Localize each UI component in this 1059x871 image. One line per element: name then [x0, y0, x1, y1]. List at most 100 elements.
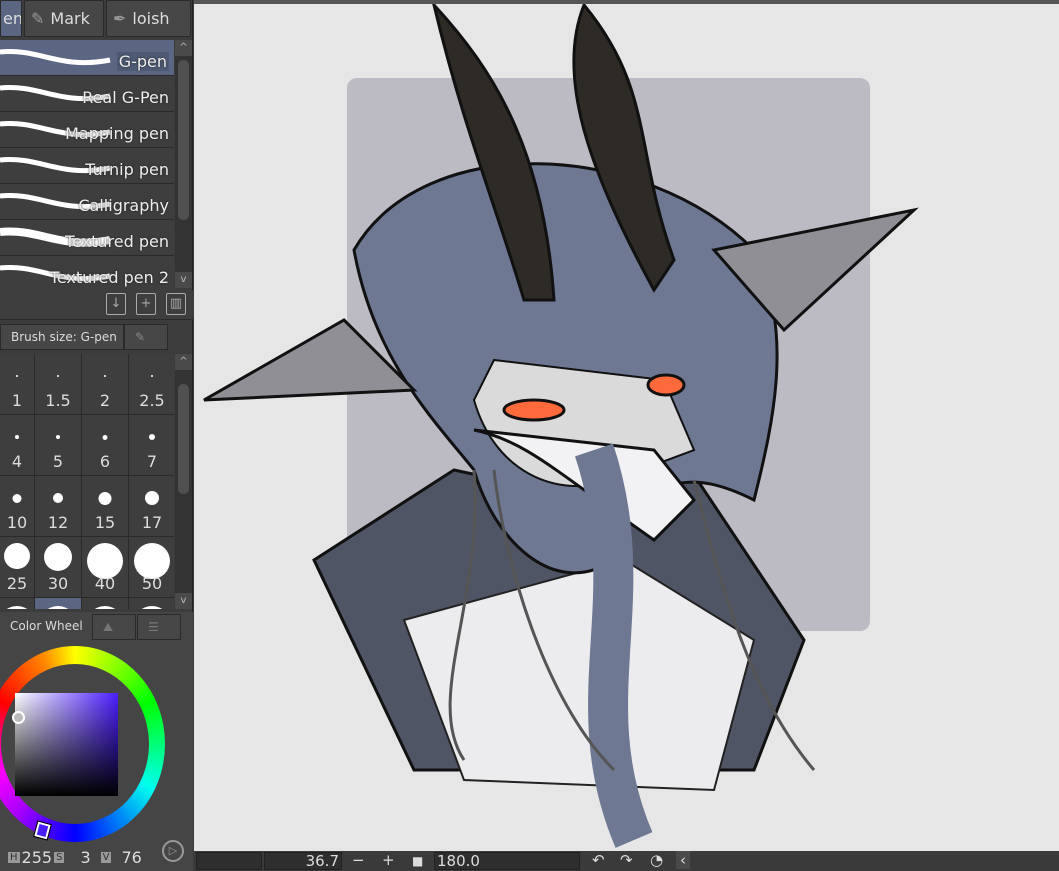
collapse-icon[interactable]: ‹: [676, 851, 690, 869]
zoom-in-icon[interactable]: +: [382, 851, 395, 869]
brush-item[interactable]: Real G-Pen: [0, 76, 174, 112]
size-dot: [39, 606, 77, 609]
scroll-down-icon[interactable]: v: [175, 272, 192, 288]
tab-label: Mark: [50, 9, 90, 28]
size-dot: [15, 435, 19, 439]
rotation-field[interactable]: 180.0: [434, 852, 580, 870]
brush-label: Textured pen 2: [49, 268, 169, 287]
sv-picker-handle[interactable]: [12, 711, 25, 724]
size-label: 6: [99, 452, 111, 471]
brush-size-cell[interactable]: 40: [82, 537, 128, 597]
size-dot: [104, 375, 106, 377]
scroll-up-icon[interactable]: ^: [175, 40, 192, 56]
left-panel: en ✎ Mark ✒ loish (function(){const d=JSON…: [0, 0, 193, 871]
size-label: 17: [141, 513, 163, 532]
size-label: 2.5: [139, 391, 165, 410]
size-dot: [44, 543, 72, 571]
brush-size-cell[interactable]: 12: [35, 476, 81, 536]
duplicate-icon[interactable]: +: [136, 293, 156, 315]
size-label: 1: [11, 391, 23, 410]
brush-size-cell[interactable]: [0, 598, 36, 609]
play-icon[interactable]: ▷: [162, 840, 184, 862]
brush-size-cell[interactable]: 25: [0, 537, 34, 597]
size-label: 40: [94, 574, 116, 593]
brush-size-tab[interactable]: Brush size: G-pen: [0, 324, 124, 350]
saturation-value-square[interactable]: [15, 693, 118, 796]
size-dot: [149, 434, 155, 440]
size-dot: [53, 493, 63, 503]
size-dot: [133, 606, 171, 609]
scroll-up-icon[interactable]: ^: [175, 354, 192, 370]
s-badge: S: [54, 852, 65, 863]
brush-size-cell[interactable]: 1: [0, 354, 34, 414]
brush-size-cell[interactable]: 1.5: [35, 354, 81, 414]
brush-size-cell[interactable]: [82, 598, 128, 609]
tab-label: en: [3, 9, 22, 28]
size-label: 15: [94, 513, 116, 532]
status-bar: 36.7 − + ■ 180.0 ↶ ↷ ◔ ‹: [194, 851, 1059, 871]
sub-tool-tabs: en ✎ Mark ✒ loish: [0, 0, 193, 38]
scroll-thumb[interactable]: [178, 60, 189, 220]
size-dot: [151, 375, 153, 377]
zoom-field[interactable]: 36.7: [264, 852, 342, 870]
size-label: 5: [52, 452, 64, 471]
navigator-slider[interactable]: [196, 852, 262, 870]
size-label: 2: [99, 391, 111, 410]
brush-label: Textured pen: [65, 232, 169, 251]
size-label: 4: [11, 452, 23, 471]
size-dot: [4, 543, 30, 569]
tab-marker[interactable]: ✎ Mark: [24, 0, 104, 37]
reset-rotation-icon[interactable]: ◔: [650, 851, 663, 869]
brush-size-cell[interactable]: 30: [35, 537, 81, 597]
brush-size-cell[interactable]: 6: [82, 415, 128, 475]
brush-settings-tab[interactable]: ✎: [124, 324, 168, 350]
zoom-out-icon[interactable]: −: [352, 851, 365, 869]
brush-size-scrollbar[interactable]: ^ v: [175, 354, 192, 609]
brush-item[interactable]: Calligraphy: [0, 184, 174, 220]
brush-item[interactable]: Textured pen 2: [0, 256, 174, 292]
brush-size-cell[interactable]: [35, 598, 81, 609]
brush-size-cell[interactable]: [129, 598, 174, 609]
brush-size-cell[interactable]: 2: [82, 354, 128, 414]
brush-size-cell[interactable]: 15: [82, 476, 128, 536]
brush-size-cell[interactable]: 10: [0, 476, 34, 536]
trash-icon[interactable]: ▥: [166, 293, 186, 315]
rotate-right-icon[interactable]: ↷: [620, 851, 633, 869]
brush-size-cell[interactable]: 17: [129, 476, 174, 536]
brush-size-cell[interactable]: 5: [35, 415, 81, 475]
brush-item[interactable]: Mapping pen: [0, 112, 174, 148]
brush-label: Turnip pen: [85, 160, 169, 179]
tab-loish[interactable]: ✒ loish: [106, 0, 191, 37]
brush-list-scrollbar[interactable]: ^ v: [175, 40, 192, 288]
artwork: [203, 0, 919, 848]
size-dot: [0, 606, 36, 609]
size-dot: [86, 606, 124, 609]
brush-size-cell[interactable]: 50: [129, 537, 174, 597]
canvas[interactable]: [194, 0, 1059, 851]
hsv-readout: H 255 S 3 V 76: [8, 848, 142, 867]
tab-pen[interactable]: en: [0, 0, 22, 37]
brush-size-cell[interactable]: 2.5: [129, 354, 174, 414]
brush-label: G-pen: [116, 52, 169, 71]
tab-color-wheel[interactable]: Color Wheel: [0, 614, 90, 640]
brush-size-cell[interactable]: 7: [129, 415, 174, 475]
brush-icon: ✒: [113, 9, 127, 28]
brush-label: Calligraphy: [78, 196, 169, 215]
brush-item[interactable]: G-pen: [0, 40, 174, 76]
size-dot: [57, 375, 59, 377]
scroll-thumb[interactable]: [178, 384, 189, 494]
size-label: 12: [47, 513, 69, 532]
brush-label: Mapping pen: [65, 124, 169, 143]
size-label: 10: [6, 513, 28, 532]
size-dot: [145, 491, 159, 505]
brush-size-cell[interactable]: 4: [0, 415, 34, 475]
rotate-left-icon[interactable]: ↶: [592, 851, 605, 869]
scroll-down-icon[interactable]: v: [175, 593, 192, 609]
import-icon[interactable]: ↓: [106, 293, 126, 315]
tab-color-set[interactable]: ⛰: [92, 614, 136, 640]
fit-icon[interactable]: ■: [412, 851, 423, 871]
size-label: 25: [6, 574, 28, 593]
brush-item[interactable]: Textured pen: [0, 220, 174, 256]
brush-item[interactable]: Turnip pen: [0, 148, 174, 184]
tab-color-slider[interactable]: ☰: [137, 614, 181, 640]
